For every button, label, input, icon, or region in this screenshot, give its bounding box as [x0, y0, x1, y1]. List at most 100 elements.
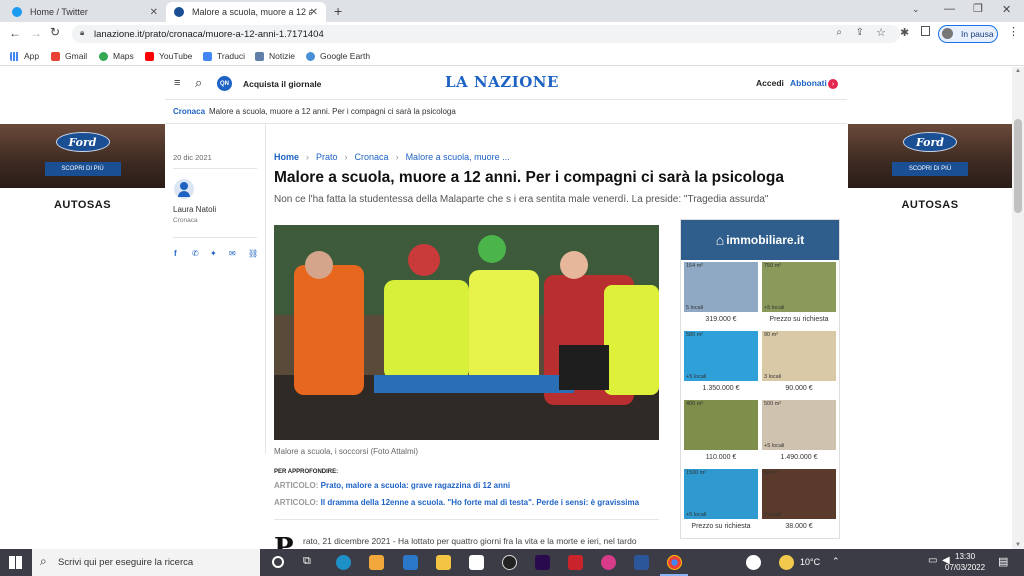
- accedi-link[interactable]: Accedi: [756, 78, 784, 88]
- scroll-up-icon[interactable]: ▲: [1015, 68, 1021, 74]
- share-icon[interactable]: ⇪: [856, 27, 864, 38]
- listing-price[interactable]: 319.000 €: [682, 316, 760, 323]
- profile-button[interactable]: In pausa: [938, 25, 998, 43]
- qn-badge[interactable]: QN: [217, 76, 232, 91]
- close-window-button[interactable]: ✕: [1002, 3, 1011, 16]
- illustrator-icon[interactable]: [568, 555, 583, 570]
- zoom-icon[interactable]: ⌕: [836, 27, 842, 38]
- related-item[interactable]: ARTICOLO: Il dramma della 12enne a scuol…: [274, 498, 639, 507]
- abbonati-link[interactable]: Abbonati: [790, 78, 827, 88]
- back-icon[interactable]: ←: [9, 26, 21, 40]
- bookmark-youtube[interactable]: YouTube: [145, 51, 192, 61]
- breadcrumb-home[interactable]: Home: [274, 152, 299, 162]
- autosas-logo[interactable]: AUTOSAS: [848, 199, 1012, 211]
- scroll-down-icon[interactable]: ▼: [1015, 542, 1021, 548]
- related-tag: ARTICOLO:: [274, 498, 319, 507]
- chevron-up-icon[interactable]: ⌃: [832, 556, 840, 567]
- listing-photo[interactable]: [684, 400, 758, 450]
- star-icon[interactable]: ☆: [876, 26, 886, 39]
- search-icon[interactable]: ⌕: [195, 75, 202, 91]
- explorer-icon[interactable]: [436, 555, 451, 570]
- profile-label: In pausa: [961, 29, 994, 39]
- breadcrumb-current[interactable]: Malore a scuola, muore ...: [406, 152, 510, 162]
- weather-icon[interactable]: [779, 555, 794, 570]
- address-bar[interactable]: 🔒︎ lanazione.it/prato/cronaca/muore-a-12…: [72, 25, 900, 43]
- whatsapp-icon[interactable]: ✆: [192, 249, 201, 258]
- task-view-icon[interactable]: ⧉: [303, 555, 311, 568]
- breadcrumb-prato[interactable]: Prato: [316, 152, 338, 162]
- listing-price[interactable]: 1.490.000 €: [760, 454, 838, 461]
- ford-ad-right[interactable]: Ford SCOPRI DI PIÙ: [848, 124, 1012, 188]
- app-icon[interactable]: [502, 555, 517, 570]
- bookmark-traduci[interactable]: Traduci: [203, 51, 245, 61]
- menu-icon[interactable]: ⋮: [1008, 25, 1019, 38]
- listing-price[interactable]: 110.000 €: [682, 454, 760, 461]
- related-link[interactable]: Il dramma della 12enne a scuola. "Ho for…: [321, 498, 639, 507]
- bookmark-notizie[interactable]: Notizie: [255, 51, 295, 61]
- immobiliare-ad[interactable]: ⌂ immobiliare.it 164 m² 5 locali 319.000 €…: [680, 219, 840, 539]
- ford-ad-left[interactable]: Ford SCOPRI DI PIÙ: [0, 124, 165, 188]
- listing-price[interactable]: Prezzo su richiesta: [760, 316, 838, 323]
- scrollbar-thumb[interactable]: [1014, 119, 1022, 213]
- author-name[interactable]: Laura Natoli: [173, 205, 216, 214]
- network-icon[interactable]: ▭: [928, 555, 937, 566]
- autosas-logo[interactable]: AUTOSAS: [0, 199, 165, 211]
- related-item[interactable]: ARTICOLO: Prato, malore a scuola: grave …: [274, 481, 510, 490]
- minimize-button[interactable]: —: [944, 3, 955, 15]
- amazon-icon[interactable]: [469, 555, 484, 570]
- arrow-right-icon[interactable]: ›: [828, 79, 838, 89]
- tab-twitter[interactable]: Home / Twitter ✕: [4, 2, 166, 22]
- bookmark-google-earth[interactable]: Google Earth: [306, 51, 370, 61]
- facebook-icon[interactable]: f: [174, 249, 183, 258]
- bookmark-gmail[interactable]: Gmail: [51, 51, 87, 61]
- breadcrumb-cronaca[interactable]: Cronaca: [355, 152, 389, 162]
- close-tab-icon[interactable]: ✕: [310, 7, 318, 18]
- clock-date[interactable]: 07/03/2022: [945, 563, 985, 572]
- maximize-button[interactable]: ❐: [973, 2, 983, 15]
- clock-time[interactable]: 13:30: [955, 552, 975, 561]
- chrome-icon[interactable]: [667, 555, 682, 570]
- tab-lanazione[interactable]: Malore a scuola, muore a 12 anni. ... ✕: [166, 2, 326, 22]
- cortana-icon[interactable]: [272, 556, 284, 568]
- notifications-icon[interactable]: ▤: [998, 555, 1008, 568]
- article-photo[interactable]: [274, 225, 659, 440]
- extensions-icon[interactable]: ✱: [900, 26, 909, 39]
- mail-icon[interactable]: [403, 555, 418, 570]
- listing-price[interactable]: 38.000 €: [760, 523, 838, 530]
- taskbar-search[interactable]: ⌕ Scrivi qui per eseguire la ricerca: [32, 549, 260, 576]
- acquista-link[interactable]: Acquista il giornale: [243, 79, 321, 89]
- scopri-button[interactable]: SCOPRI DI PIÙ: [892, 162, 968, 176]
- listing-price[interactable]: 1.350.000 €: [682, 385, 760, 392]
- twitter-share-icon[interactable]: ✦: [210, 249, 219, 258]
- listing-price[interactable]: Prezzo su richiesta: [682, 523, 760, 530]
- tab-title: Malore a scuola, muore a 12 anni. ...: [192, 7, 312, 17]
- temperature[interactable]: 10°C: [800, 557, 820, 567]
- premiere-icon[interactable]: [535, 555, 550, 570]
- immobiliare-logo[interactable]: ⌂ immobiliare.it: [681, 220, 839, 260]
- close-tab-icon[interactable]: ✕: [150, 7, 158, 18]
- new-tab-button[interactable]: +: [334, 3, 342, 19]
- reload-icon[interactable]: ↻: [50, 25, 60, 39]
- site-logo[interactable]: LA NAZIONE: [445, 73, 559, 91]
- listing-price[interactable]: 90.000 €: [760, 385, 838, 392]
- bookmark-maps[interactable]: Maps: [99, 51, 134, 61]
- app-icon[interactable]: [601, 555, 616, 570]
- help-icon[interactable]: [746, 555, 761, 570]
- scopri-button[interactable]: SCOPRI DI PIÙ: [44, 162, 121, 176]
- forward-icon[interactable]: →: [30, 26, 42, 40]
- taskbar: ⌕ Scrivi qui per eseguire la ricerca ⧉ 1…: [0, 549, 1024, 576]
- chevron-down-icon[interactable]: ⌄: [912, 4, 920, 15]
- sidepanel-icon[interactable]: [921, 26, 930, 36]
- hamburger-menu-icon[interactable]: ≡: [174, 77, 180, 89]
- windows-start-icon[interactable]: [9, 556, 22, 569]
- store-icon[interactable]: [369, 555, 384, 570]
- article-date: 20 dic 2021: [173, 153, 212, 162]
- link-icon[interactable]: ⛓︎: [248, 249, 258, 258]
- related-link[interactable]: Prato, malore a scuola: grave ragazzina …: [321, 481, 510, 490]
- listing-sqm: 1500 m²: [686, 470, 707, 476]
- email-icon[interactable]: ✉: [229, 249, 238, 258]
- subnav-section[interactable]: Cronaca: [173, 107, 205, 116]
- edge-icon[interactable]: [336, 555, 351, 570]
- bookmark-app[interactable]: App: [10, 51, 39, 61]
- word-icon[interactable]: [634, 555, 649, 570]
